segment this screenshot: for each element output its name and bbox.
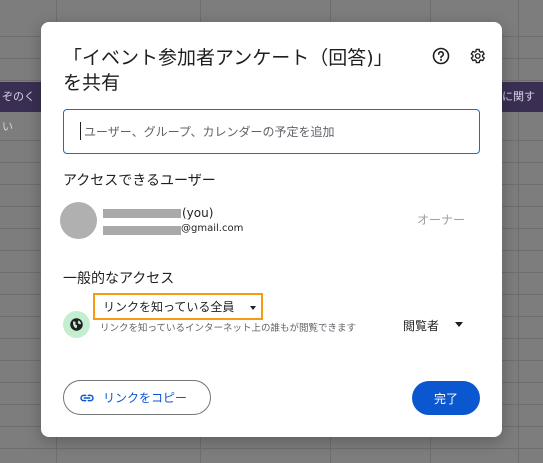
- copy-link-button[interactable]: リンクをコピー: [63, 380, 211, 415]
- grid-line: [0, 448, 543, 449]
- share-dialog: 「イベント参加者アンケート（回答)」を共有 ユーザー、グループ、カレンダーの予定…: [41, 22, 502, 437]
- redacted-email: [103, 226, 181, 235]
- text-cursor: [80, 122, 81, 140]
- user-name-suffix: (you): [182, 206, 214, 220]
- dropdown-arrow-icon: [250, 306, 256, 310]
- role-dropdown[interactable]: 閲覧者: [403, 315, 469, 335]
- done-button[interactable]: 完了: [412, 381, 480, 415]
- role-selected: 閲覧者: [403, 318, 440, 333]
- dropdown-arrow-icon: [455, 322, 463, 327]
- general-access-dropdown[interactable]: リンクを知っている全員: [93, 293, 263, 320]
- grid-line: [518, 0, 519, 463]
- users-section-label: アクセスできるユーザー: [63, 173, 216, 189]
- sheet-header-right: に関す: [500, 82, 543, 112]
- redacted-name: [103, 209, 181, 218]
- owner-role: オーナー: [417, 213, 466, 227]
- dialog-title: 「イベント参加者アンケート（回答)」を共有: [63, 47, 393, 94]
- settings-button[interactable]: [466, 45, 488, 67]
- avatar: [60, 202, 97, 239]
- general-access-label: 一般的なアクセス: [63, 271, 175, 287]
- globe-icon: [63, 311, 90, 338]
- done-label: 完了: [433, 391, 458, 406]
- general-access-description: リンクを知っているインターネット上の誰もが閲覧できます: [100, 323, 357, 334]
- user-email-suffix: @gmail.com: [181, 223, 244, 234]
- globe-glyph: [70, 318, 83, 331]
- help-circle-icon: [432, 47, 450, 65]
- link-icon: [80, 394, 94, 401]
- sheet-header-left: ぞのくい: [0, 82, 42, 133]
- copy-link-label: リンクをコピー: [103, 391, 188, 405]
- help-icon[interactable]: [430, 45, 452, 67]
- share-input-placeholder: ユーザー、グループ、カレンダーの予定を追加: [84, 125, 335, 139]
- general-access-selected: リンクを知っている全員: [103, 300, 235, 314]
- gear-icon: [470, 48, 485, 64]
- share-input[interactable]: ユーザー、グループ、カレンダーの予定を追加: [63, 109, 480, 154]
